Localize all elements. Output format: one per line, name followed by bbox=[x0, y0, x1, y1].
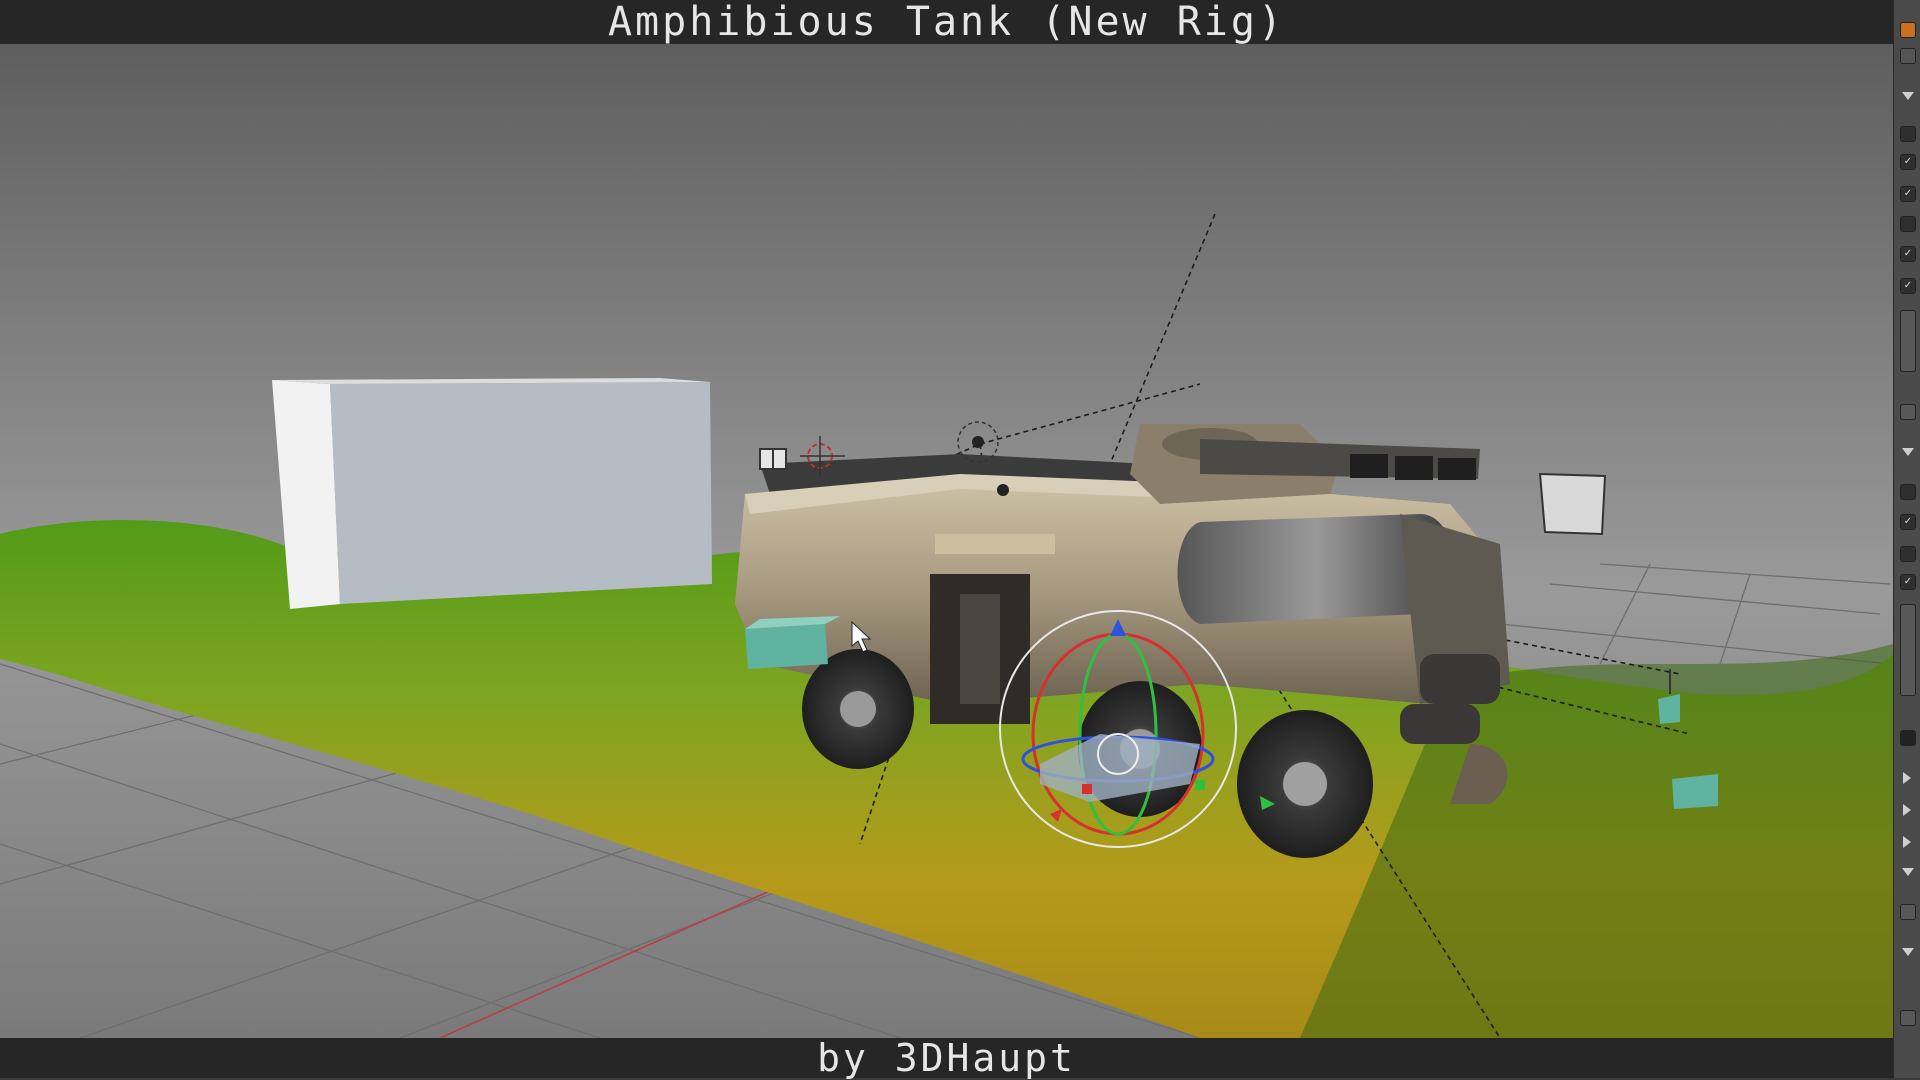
slider-group[interactable] bbox=[1900, 310, 1916, 372]
text-field[interactable] bbox=[1900, 1010, 1916, 1026]
checkbox-icon[interactable] bbox=[1900, 546, 1916, 562]
properties-side-panel[interactable]: ✓ ✓ ✓ ✓ ✓ ✓ bbox=[1893, 0, 1920, 1078]
checkbox-icon[interactable]: ✓ bbox=[1900, 514, 1916, 530]
rig-cube-outline[interactable] bbox=[1538, 472, 1607, 536]
checkbox-icon[interactable]: ✓ bbox=[1900, 278, 1916, 294]
dropdown-field[interactable] bbox=[1900, 904, 1916, 920]
checkbox-icon[interactable] bbox=[1900, 484, 1916, 500]
checkbox-icon[interactable]: ✓ bbox=[1900, 154, 1916, 170]
expand-arrow-icon[interactable] bbox=[1903, 804, 1911, 816]
viewport-scene[interactable] bbox=[0, 44, 1893, 1038]
tank-turret[interactable] bbox=[1130, 424, 1480, 504]
collapse-arrow-icon[interactable] bbox=[1902, 948, 1914, 956]
window-title-bar: Amphibious Tank (New Rig) bbox=[0, 0, 1893, 44]
checkbox-icon[interactable]: ✓ bbox=[1900, 246, 1916, 262]
window-title: Amphibious Tank (New Rig) bbox=[607, 0, 1286, 45]
collapse-arrow-icon[interactable] bbox=[1902, 448, 1914, 456]
wheel[interactable] bbox=[802, 649, 914, 769]
wall-block[interactable] bbox=[272, 378, 712, 609]
object-icon[interactable] bbox=[1900, 22, 1916, 38]
slider-group[interactable] bbox=[1900, 604, 1916, 696]
credit-bar: by 3DHaupt bbox=[0, 1038, 1893, 1078]
color-field[interactable] bbox=[1900, 730, 1916, 746]
checkbox-icon[interactable] bbox=[1900, 216, 1916, 232]
3d-viewport[interactable] bbox=[0, 44, 1893, 1038]
camera-icon[interactable] bbox=[759, 448, 787, 470]
credit-text: by 3DHaupt bbox=[817, 1036, 1076, 1080]
wheel[interactable] bbox=[1237, 710, 1373, 858]
checkbox-icon[interactable] bbox=[1900, 126, 1916, 142]
rig-controller[interactable] bbox=[1672, 774, 1718, 809]
expand-arrow-icon[interactable] bbox=[1903, 772, 1911, 784]
pin-icon[interactable] bbox=[1900, 48, 1916, 64]
collapse-arrow-icon[interactable] bbox=[1902, 868, 1914, 876]
collapse-arrow-icon[interactable] bbox=[1902, 92, 1914, 100]
checkbox-icon[interactable]: ✓ bbox=[1900, 574, 1916, 590]
expand-arrow-icon[interactable] bbox=[1903, 836, 1911, 848]
dropdown-field[interactable] bbox=[1900, 404, 1916, 420]
checkbox-icon[interactable]: ✓ bbox=[1900, 186, 1916, 202]
